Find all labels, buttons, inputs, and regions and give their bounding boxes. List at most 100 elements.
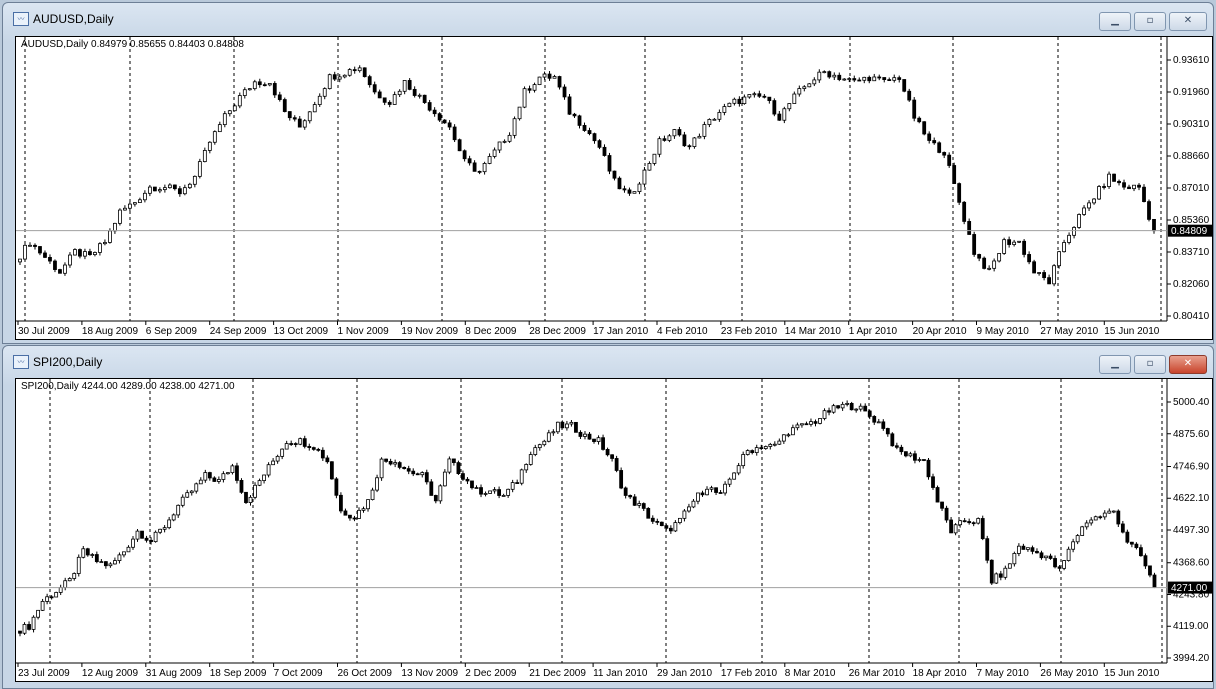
bull-candle (93, 252, 97, 256)
y-tick-label: 0.87010 (1173, 183, 1210, 194)
bull-candle (189, 490, 194, 494)
chart-area[interactable]: 5000.40 4875.60 4746.90 4622.10 4497.30 4368.… (15, 378, 1213, 682)
bear-candle (257, 81, 262, 86)
bear-candle (827, 410, 831, 413)
bull-candle (512, 118, 517, 136)
bull-candle (392, 94, 397, 105)
bear-candle (619, 470, 624, 489)
bull-candle (98, 243, 102, 253)
title-bar[interactable]: 〰 SPI200,Daily ▁ ▫ ✕ (3, 346, 1213, 378)
bear-candle (48, 256, 52, 262)
bull-candle (1084, 522, 1089, 528)
bull-candle (667, 135, 672, 141)
bull-candle (1132, 184, 1136, 190)
bull-candle (1062, 560, 1066, 569)
bull-candle (1082, 207, 1086, 215)
bear-candle (931, 476, 935, 488)
bull-candle (892, 77, 897, 81)
chart-area[interactable]: 0.93610 0.91960 0.90310 0.88660 0.87010 0.853… (15, 36, 1213, 340)
bull-candle (795, 424, 800, 429)
title-bar[interactable]: 〰 AUDUSD,Daily ▁ ▫ ✕ (3, 3, 1213, 35)
bear-candle (912, 99, 917, 119)
bear-candle (289, 443, 294, 445)
bull-candle (800, 423, 804, 426)
x-tick-label: 8 Mar 2010 (785, 668, 836, 679)
bear-candle (813, 421, 818, 424)
maximize-button[interactable]: ▫ (1134, 355, 1166, 374)
bear-candle (759, 447, 764, 450)
bear-candle (578, 431, 583, 437)
bear-candle (628, 495, 633, 498)
bull-candle (118, 209, 122, 224)
bear-candle (429, 481, 434, 496)
bull-candle (221, 473, 226, 480)
bear-candle (212, 477, 217, 482)
minimize-button[interactable]: ▁ (1099, 355, 1131, 374)
bear-candle (1032, 261, 1037, 274)
bull-candle (298, 438, 303, 445)
x-tick-label: 23 Jul 2009 (18, 668, 70, 679)
y-tick-label: 0.91960 (1173, 87, 1210, 98)
bear-candle (334, 478, 339, 496)
close-button[interactable]: ✕ (1169, 355, 1207, 374)
bear-candle (962, 201, 967, 222)
bull-candle (361, 508, 366, 511)
bull-candle (546, 432, 551, 442)
bear-candle (372, 84, 377, 93)
bear-candle (935, 487, 940, 503)
bear-candle (152, 186, 157, 192)
bull-candle (840, 403, 845, 409)
bull-candle (90, 554, 95, 556)
bear-candle (942, 152, 947, 156)
y-tick-label: 4119.00 (1173, 621, 1209, 632)
x-tick-label: 1 Nov 2009 (338, 326, 390, 337)
bear-candle (244, 491, 248, 503)
bull-candle (135, 530, 140, 540)
close-button[interactable]: ✕ (1169, 12, 1207, 31)
bull-candle (357, 509, 361, 519)
bull-candle (647, 163, 652, 171)
candlestick-chart[interactable]: 5000.40 4875.60 4746.90 4622.10 4497.30 4368.… (16, 379, 1212, 681)
bull-candle (266, 464, 271, 476)
bull-candle (790, 427, 795, 436)
bear-candle (837, 74, 842, 80)
bear-candle (1057, 566, 1062, 569)
bear-candle (592, 438, 596, 442)
bull-candle (596, 437, 601, 442)
bear-candle (927, 133, 932, 141)
x-tick-label: 26 Mar 2010 (849, 668, 906, 679)
bear-candle (849, 402, 854, 411)
bull-candle (58, 587, 63, 593)
bull-candle (506, 488, 511, 496)
bull-candle (533, 447, 538, 455)
bull-candle (226, 472, 230, 475)
y-tick-label: 4497.30 (1173, 525, 1210, 536)
bear-candle (890, 433, 895, 447)
bear-candle (461, 473, 465, 480)
bull-candle (438, 485, 443, 502)
bear-candle (472, 162, 477, 172)
bear-candle (38, 246, 42, 254)
minimize-icon: ▁ (1111, 358, 1119, 369)
bull-candle (307, 111, 312, 122)
bear-candle (470, 480, 474, 489)
y-tick-label: 4746.90 (1173, 461, 1210, 472)
bear-candle (557, 76, 562, 88)
bull-candle (858, 405, 863, 410)
candlestick-chart[interactable]: 0.93610 0.91960 0.90310 0.88660 0.87010 0.853… (16, 37, 1212, 339)
bull-candle (222, 113, 227, 126)
bull-candle (1102, 512, 1107, 518)
bull-candle (312, 104, 317, 113)
bear-candle (917, 117, 922, 123)
bear-candle (85, 548, 90, 556)
y-tick-label: 4875.60 (1173, 429, 1210, 440)
bull-candle (83, 251, 87, 257)
bull-candle (1002, 239, 1007, 254)
x-tick-label: 30 Jul 2009 (18, 326, 70, 337)
minimize-button[interactable]: ▁ (1099, 12, 1131, 31)
bull-candle (375, 477, 379, 491)
maximize-button[interactable]: ▫ (1134, 12, 1166, 31)
x-tick-label: 17 Jan 2010 (593, 326, 648, 337)
maximize-icon: ▫ (1146, 15, 1154, 26)
bull-candle (487, 156, 492, 164)
